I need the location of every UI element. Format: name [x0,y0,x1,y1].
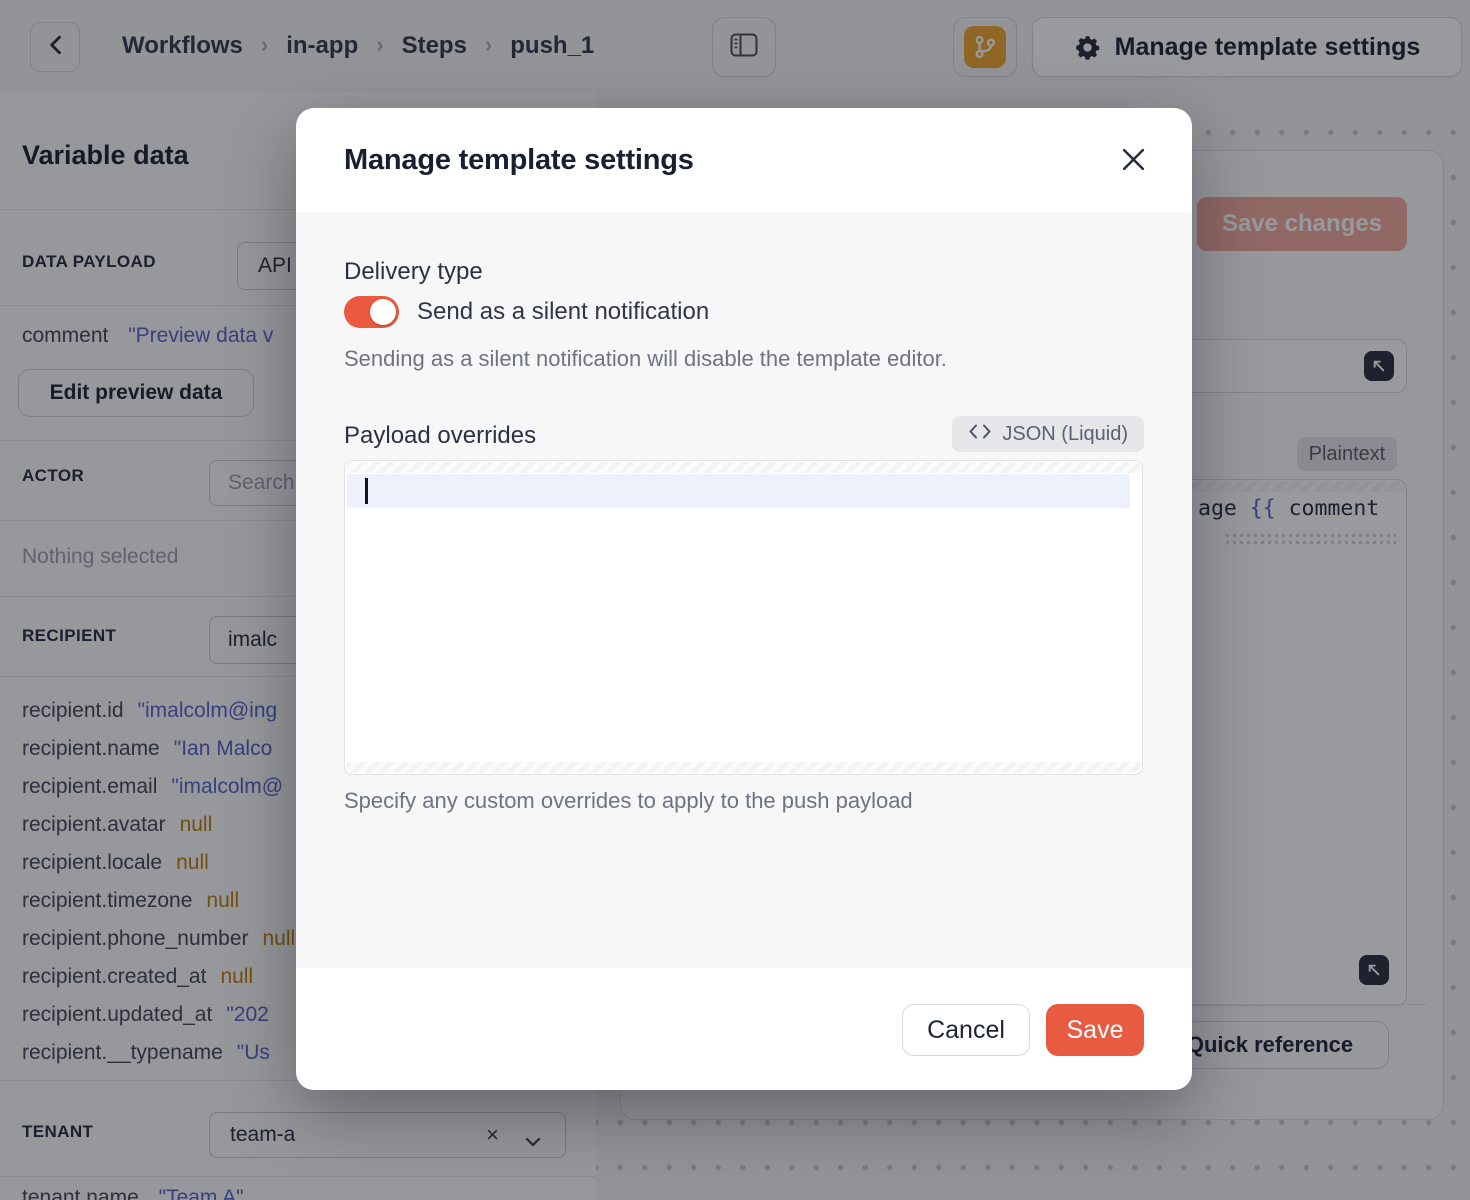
dialog-footer: Cancel Save [296,968,1192,1090]
dialog-body: Delivery type Send as a silent notificat… [296,212,1192,968]
language-badge-label: JSON (Liquid) [1002,423,1128,446]
silent-notification-label: Send as a silent notification [417,298,709,326]
toggle-knob [370,299,396,325]
payload-overrides-editor[interactable] [344,460,1143,775]
close-button[interactable] [1114,142,1152,180]
cancel-button[interactable]: Cancel [902,1004,1030,1056]
manage-template-settings-dialog: Manage template settings Delivery type S… [296,108,1192,1090]
dialog-header: Manage template settings [296,108,1192,212]
code-icon [968,423,992,446]
editor-hatch [346,462,1141,473]
app-window: Workflows › in-app › Steps › push_1 [0,0,1470,1200]
delivery-type-heading: Delivery type [344,258,483,286]
close-icon [1120,146,1147,176]
save-button[interactable]: Save [1046,1004,1144,1056]
language-badge: JSON (Liquid) [952,416,1144,452]
editor-active-line [347,474,1130,508]
silent-notification-toggle[interactable] [344,296,399,328]
text-cursor [365,478,368,504]
delivery-help-text: Sending as a silent notification will di… [344,346,947,372]
dialog-title: Manage template settings [344,144,694,177]
payload-overrides-heading: Payload overrides [344,422,536,450]
silent-notification-row: Send as a silent notification [344,296,709,328]
payload-help-text: Specify any custom overrides to apply to… [344,788,913,814]
editor-hatch [346,762,1141,773]
footer-actions: Cancel Save [902,1004,1144,1056]
